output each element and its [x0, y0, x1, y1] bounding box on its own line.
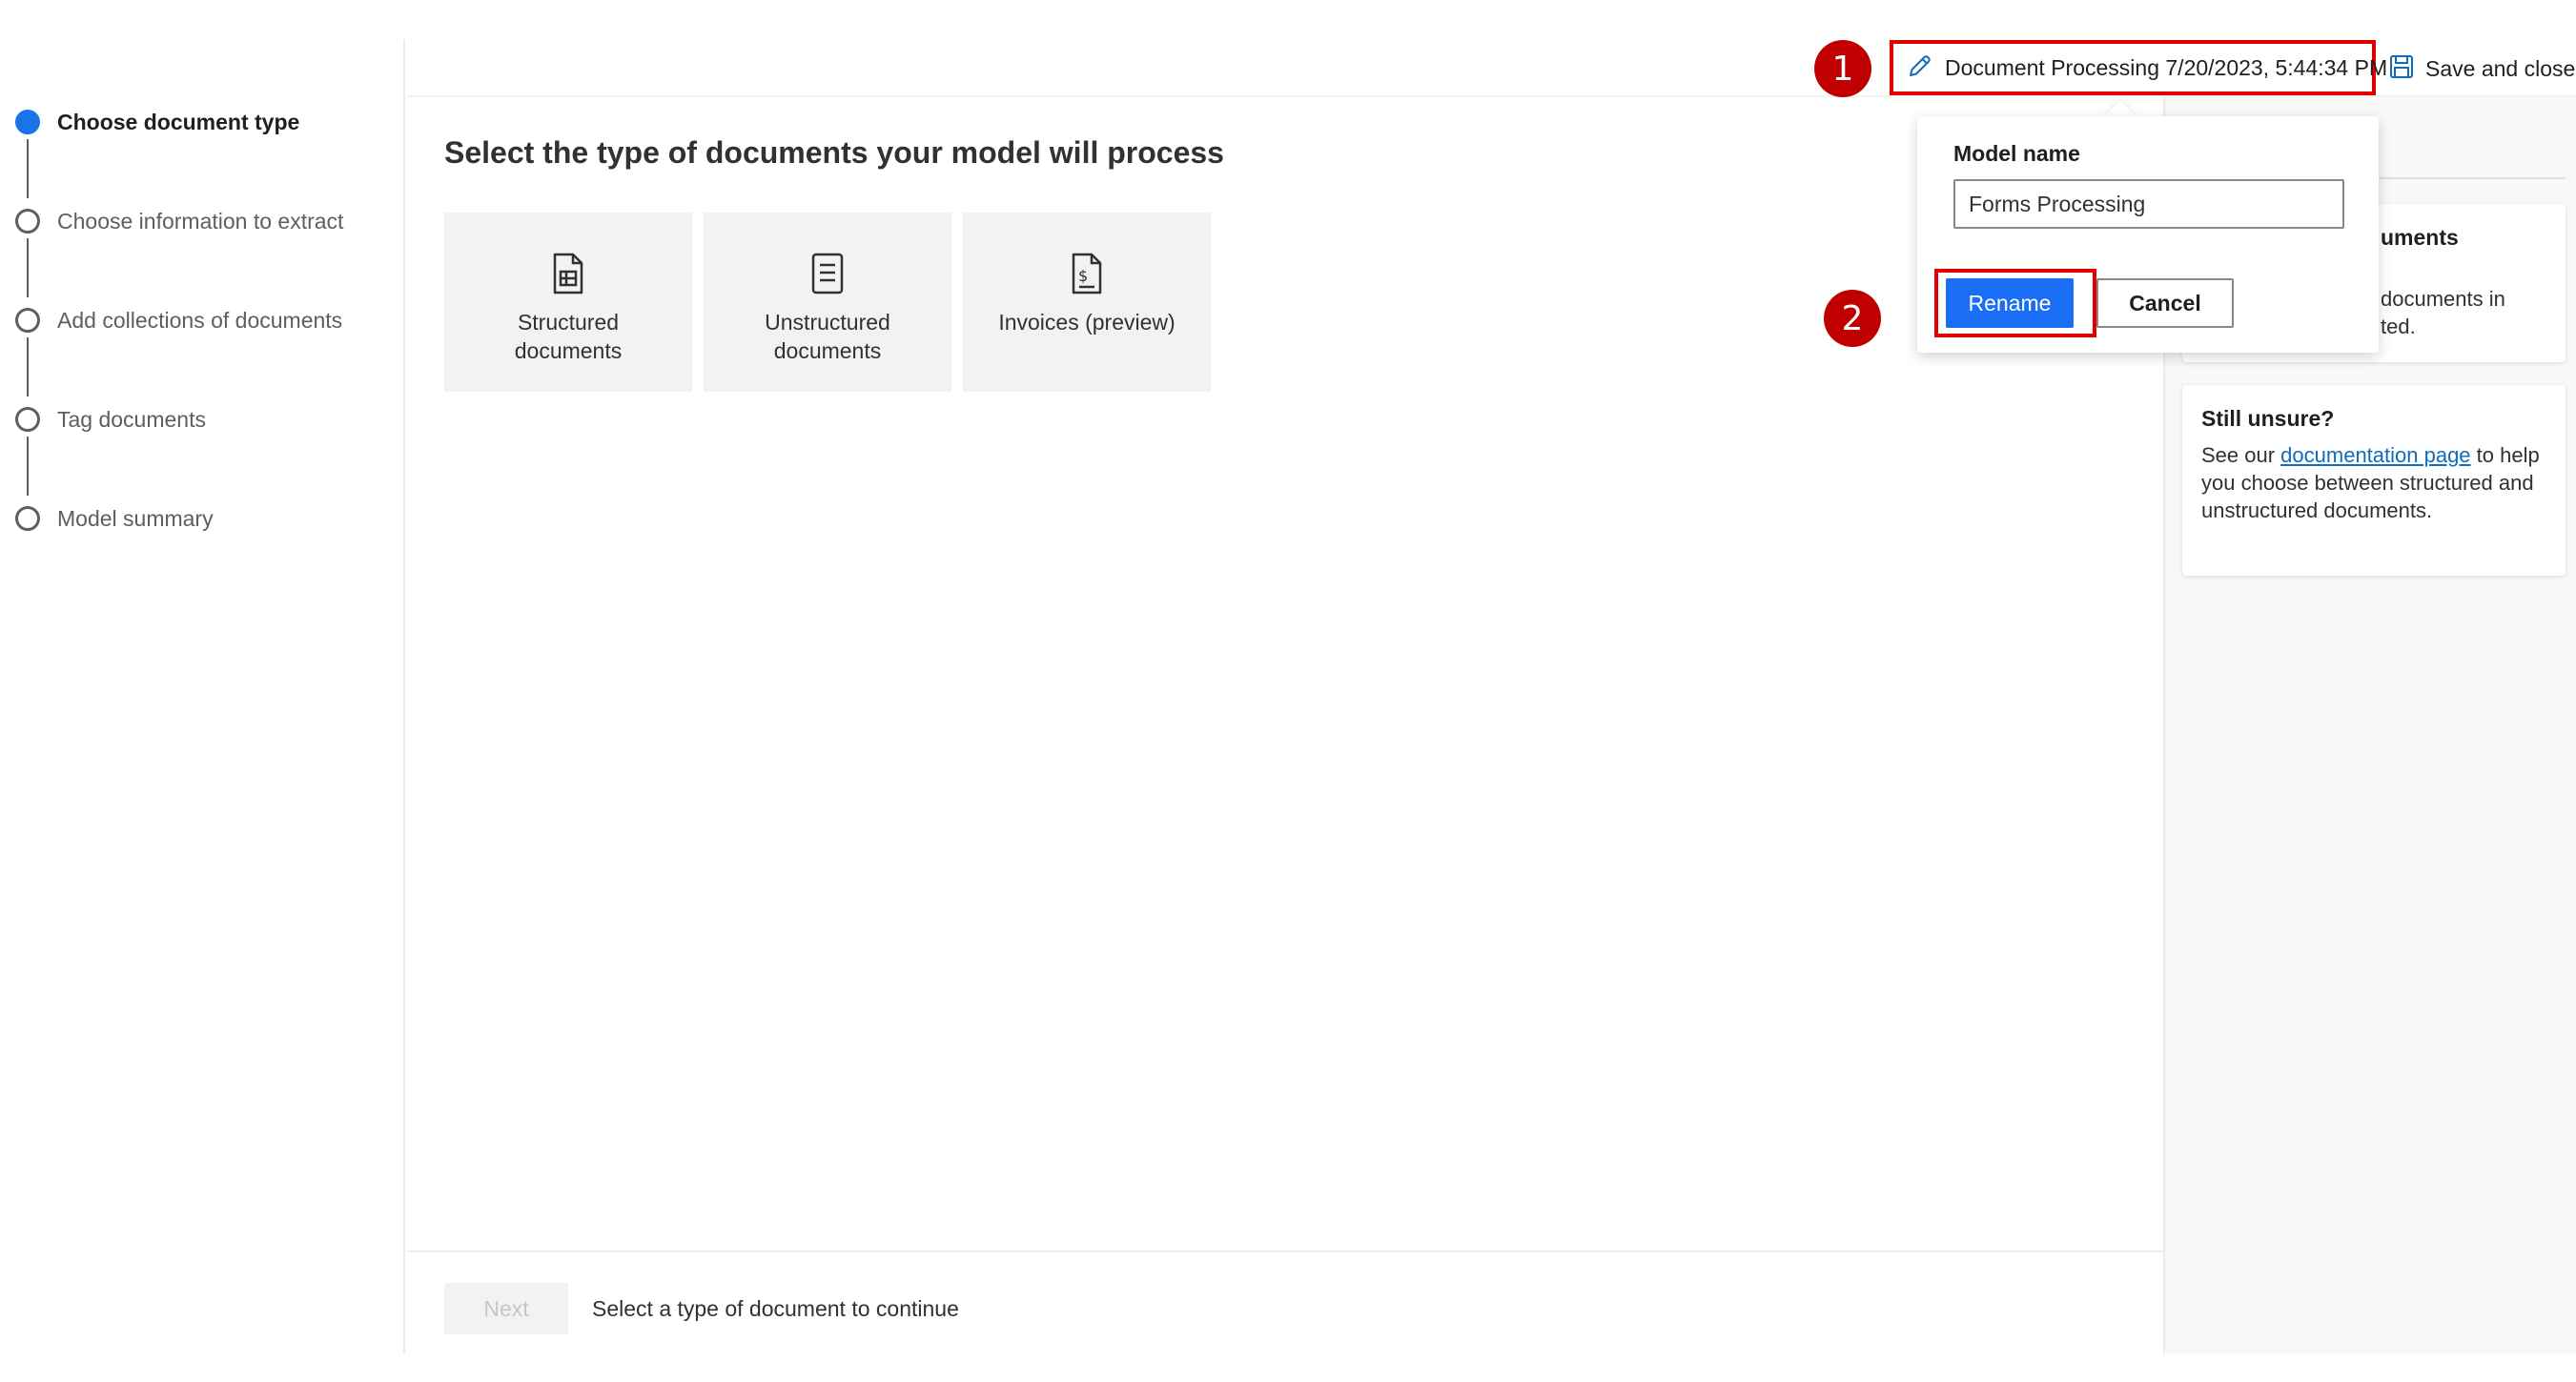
invoice-icon: $ — [1072, 253, 1102, 295]
help-text: See our — [2201, 443, 2281, 467]
step-choose-information[interactable]: Choose information to extract — [15, 202, 343, 240]
step-model-summary[interactable]: Model summary — [15, 499, 214, 538]
step-label: Model summary — [57, 505, 214, 531]
unstructured-document-icon — [811, 253, 844, 295]
tile-invoices[interactable]: $ Invoices (preview) — [963, 213, 1211, 392]
svg-text:$: $ — [1078, 267, 1088, 285]
save-and-close-button[interactable]: Save and close — [2389, 50, 2575, 88]
model-name-input[interactable] — [1953, 179, 2344, 229]
step-active-icon — [15, 110, 40, 134]
step-choose-document-type[interactable]: Choose document type — [15, 103, 299, 141]
help-card-still-unsure: Still unsure? See our documentation page… — [2182, 385, 2566, 576]
tile-label: Unstructured documents — [765, 310, 890, 363]
help-card-title: Still unsure? — [2201, 406, 2335, 431]
annotation-badge-1: 1 — [1814, 40, 1871, 97]
step-label: Tag documents — [57, 406, 206, 432]
step-inactive-icon — [15, 506, 40, 531]
step-label: Choose information to extract — [57, 208, 344, 234]
step-connector — [27, 437, 29, 496]
tile-label: Structured documents — [514, 310, 623, 363]
help-card-body: See our documentation page to help you c… — [2201, 441, 2546, 524]
step-tag-documents[interactable]: Tag documents — [15, 400, 206, 438]
model-title-button[interactable]: Document Processing 7/20/2023, 5:44:34 P… — [1890, 40, 2387, 95]
step-connector — [27, 238, 29, 297]
tile-unstructured-documents[interactable]: Unstructured documents — [704, 213, 951, 392]
step-connector — [27, 337, 29, 396]
step-inactive-icon — [15, 308, 40, 333]
model-name-label: Model name — [1953, 141, 2080, 166]
rename-button[interactable]: Rename — [1946, 278, 2074, 328]
step-label: Add collections of documents — [57, 307, 343, 333]
save-icon — [2389, 54, 2414, 84]
tile-label: Invoices (preview) — [998, 310, 1176, 335]
documentation-link[interactable]: documentation page — [2280, 443, 2470, 467]
step-connector — [27, 139, 29, 198]
step-label: Choose document type — [57, 109, 300, 134]
rename-callout: Model name Rename Cancel — [1917, 116, 2379, 353]
page-heading: Select the type of documents your model … — [444, 135, 1224, 170]
next-button[interactable]: Next — [444, 1283, 568, 1334]
model-title-text: Document Processing 7/20/2023, 5:44:34 P… — [1945, 54, 2388, 80]
stepper: Choose document type Choose information … — [0, 40, 405, 1353]
step-inactive-icon — [15, 407, 40, 432]
tile-structured-documents[interactable]: Structured documents — [444, 213, 692, 392]
footer-hint: Select a type of document to continue — [592, 1296, 959, 1321]
pencil-icon — [1907, 52, 1933, 84]
footer: Next Select a type of document to contin… — [407, 1250, 2163, 1353]
step-inactive-icon — [15, 209, 40, 234]
cancel-button[interactable]: Cancel — [2096, 278, 2234, 328]
annotation-badge-2: 2 — [1824, 290, 1881, 347]
structured-document-icon — [553, 253, 583, 295]
save-and-close-label: Save and close — [2425, 55, 2576, 81]
step-add-collections[interactable]: Add collections of documents — [15, 301, 342, 339]
